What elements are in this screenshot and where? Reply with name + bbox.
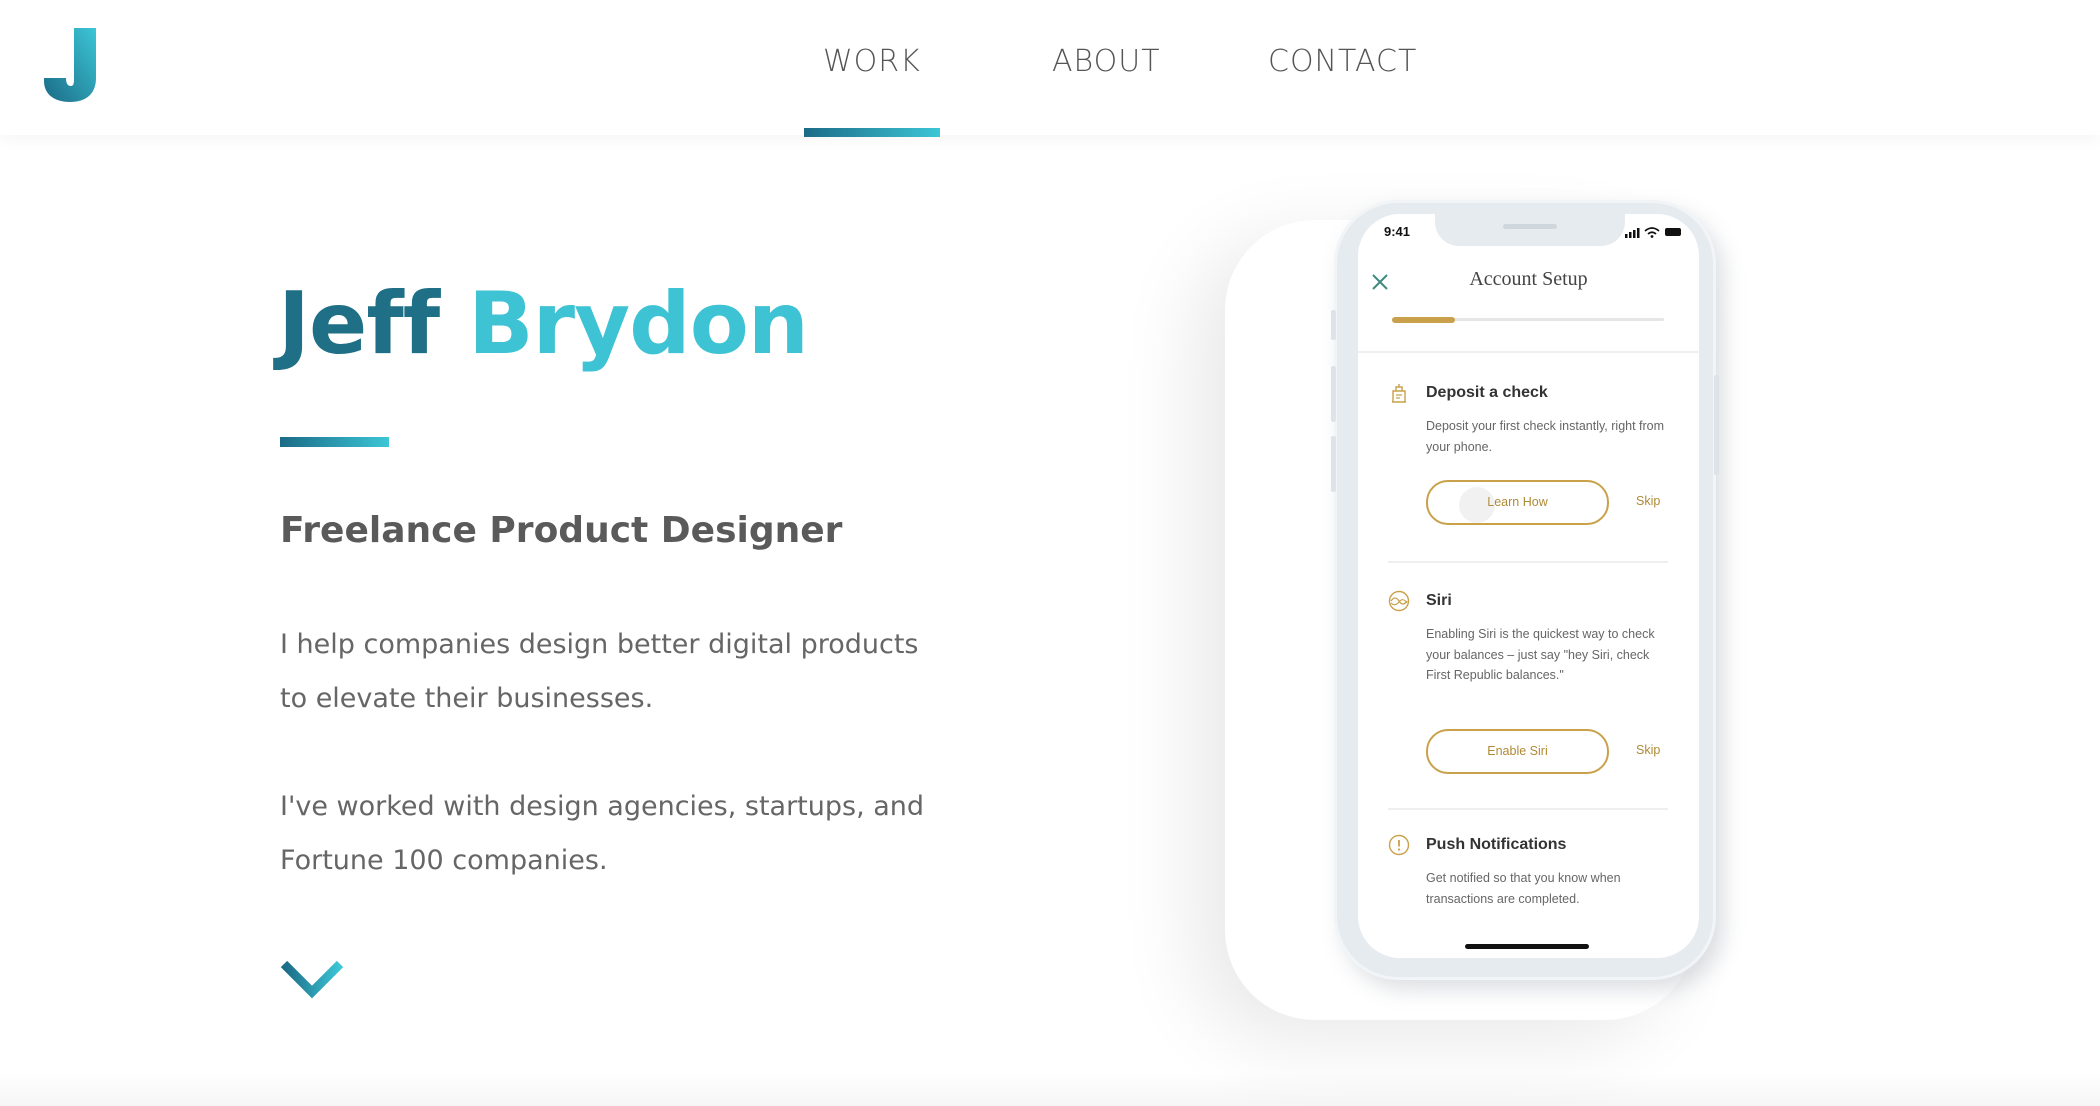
deposit-check-card: Deposit a check Deposit your first check… [1388,382,1668,532]
card-description: Deposit your first check instantly, righ… [1426,419,1665,454]
phone-screen: 9:41 Account Setup Deposit a check Depos… [1358,214,1699,958]
phone-volume-up [1331,366,1336,422]
card-divider [1388,561,1668,563]
home-indicator [1465,944,1589,949]
card-title: Deposit a check [1426,384,1548,401]
skip-link[interactable]: Skip [1636,494,1660,508]
siri-card: Siri Enabling Siri is the quickest way t… [1388,590,1668,780]
hero-name: Jeff Brydon [278,274,809,374]
active-nav-indicator [804,128,940,137]
phone-speaker [1503,224,1557,229]
phone-notch [1435,214,1625,246]
push-notifications-card: Push Notifications Get notified so that … [1388,834,1668,944]
card-title: Push Notifications [1426,836,1567,853]
name-accent-bar [280,437,389,447]
experience-paragraph: I've worked with design agencies, startu… [280,791,925,876]
intro-paragraph: I help companies design better digital p… [280,629,919,714]
section-divider-shadow [0,1072,2100,1106]
chevron-down-icon[interactable] [280,958,344,1004]
learn-how-label: Learn How [1487,495,1548,509]
setup-progress-fill [1392,317,1455,323]
screen-title: Account Setup [1469,268,1588,290]
touch-indicator [1459,487,1495,523]
status-time: 9:41 [1384,224,1411,239]
learn-how-button[interactable]: Learn How [1426,480,1609,525]
card-divider [1388,808,1668,810]
nav-about[interactable]: ABOUT [1052,44,1161,79]
last-name: Brydon [468,274,809,374]
phone-side-button [1331,310,1336,340]
bank-check-icon [1392,384,1406,403]
setup-progress-track [1392,317,1664,323]
siri-icon [1388,590,1410,612]
j-monogram-logo[interactable] [38,26,104,104]
enable-siri-button[interactable]: Enable Siri [1426,729,1609,774]
card-description: Enabling Siri is the quickest way to che… [1426,627,1655,682]
alert-circle-icon [1388,834,1410,856]
card-title: Siri [1426,592,1452,609]
nav-contact[interactable]: CONTACT [1268,44,1417,79]
status-icons [1625,227,1681,238]
card-description: Get notified so that you know when trans… [1426,871,1621,906]
enable-siri-label: Enable Siri [1487,744,1548,758]
nav-work[interactable]: WORK [823,44,921,79]
site-header: WORK ABOUT CONTACT [0,0,2100,137]
skip-link[interactable]: Skip [1636,743,1660,757]
hero-subtitle: Freelance Product Designer [280,510,843,551]
header-divider [1358,351,1699,353]
phone-volume-down [1331,436,1336,492]
phone-power-button [1714,375,1719,475]
first-name: Jeff [278,274,440,374]
